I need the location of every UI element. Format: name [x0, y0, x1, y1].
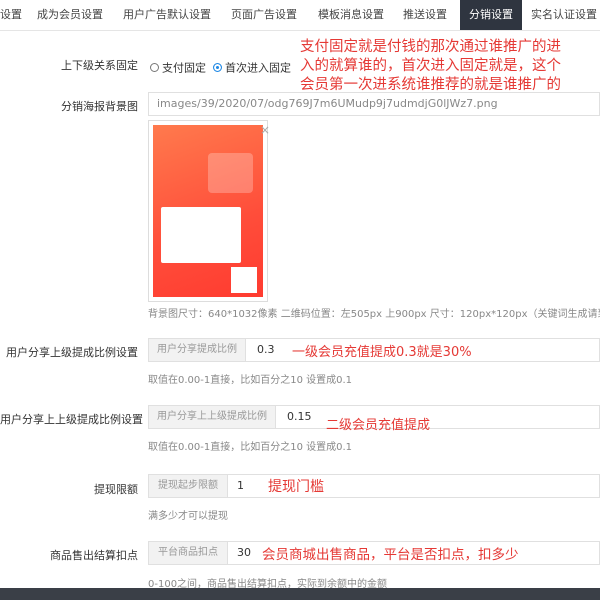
tab-page-ad[interactable]: 页面广告设置 [222, 0, 306, 30]
relation-label: 上下级关系固定 [61, 59, 138, 72]
tab-template-message[interactable]: 模板消息设置 [312, 0, 390, 30]
withdraw-addon: 提现起步限额 [149, 475, 228, 497]
commission-value: 30 [237, 546, 251, 559]
radio-circle[interactable] [150, 63, 159, 72]
poster-card [161, 207, 241, 263]
level1-value: 0.3 [257, 343, 275, 356]
poster-label: 分销海报背景图 [61, 100, 138, 113]
poster-path-input[interactable]: images/39/2020/07/odg769J7m6UMudp9j7udmd… [148, 92, 600, 116]
radio-pay-fixed[interactable]: 支付固定 [150, 57, 206, 76]
withdraw-label: 提现限额 [94, 483, 138, 496]
withdraw-value: 1 [237, 479, 244, 492]
bottom-bar [0, 588, 600, 600]
relation-note-line1: 支付固定就是付钱的那次通过谁推广的进 [300, 39, 561, 55]
level1-note: 一级会员充值提成0.3就是30% [292, 345, 472, 360]
radio-pay-fixed-label: 支付固定 [162, 61, 206, 75]
radio-first-entry-fixed[interactable]: 首次进入固定 [213, 57, 291, 76]
close-icon[interactable]: × [260, 123, 270, 137]
tab-distribution[interactable]: 分销设置 [460, 0, 522, 30]
withdraw-input[interactable]: 提现起步限额 1 [148, 474, 600, 498]
withdraw-help: 满多少才可以提现 [148, 511, 228, 522]
tab-member-settings[interactable]: 成为会员设置 [28, 0, 112, 30]
commission-addon: 平台商品扣点 [149, 542, 228, 564]
withdraw-note: 提现门槛 [268, 479, 324, 495]
poster-help: 背景图尺寸：640*1032像素 二维码位置：左505px 上900px 尺寸：… [148, 309, 600, 320]
relation-note: 支付固定就是付钱的那次通过谁推广的进 入的就算谁的，首次进入固定就是，这个 会员… [300, 38, 561, 95]
tab-user-ad-default[interactable]: 用户广告默认设置 [118, 0, 216, 30]
poster-illustration [208, 153, 253, 193]
radio-circle-checked[interactable] [213, 63, 222, 72]
poster-path-value: images/39/2020/07/odg769J7m6UMudp9j7udmd… [157, 97, 498, 110]
poster-qr-code [231, 267, 257, 293]
level2-addon: 用户分享上上级提成比例 [149, 406, 276, 428]
relation-note-line2: 入的就算谁的，首次进入固定就是，这个 [300, 58, 561, 74]
level1-help: 取值在0.00-1直接，比如百分之10 设置成0.1 [148, 375, 353, 386]
level1-label: 用户分享上级提成比例设置 [6, 346, 138, 359]
level2-help: 取值在0.00-1直接，比如百分之10 设置成0.1 [148, 442, 353, 453]
tab-push[interactable]: 推送设置 [396, 0, 454, 30]
level2-label: 用户分享上上级提成比例设置 [0, 413, 143, 426]
tab-settings[interactable]: 设置 [0, 0, 22, 30]
level2-value: 0.15 [287, 410, 312, 423]
commission-label: 商品售出结算扣点 [50, 549, 138, 562]
poster-image [153, 125, 263, 297]
commission-note: 会员商城出售商品，平台是否扣点，扣多少 [262, 547, 519, 563]
poster-thumbnail [148, 120, 268, 302]
tab-bar: 设置 成为会员设置 用户广告默认设置 页面广告设置 模板消息设置 推送设置 分销… [0, 0, 600, 31]
radio-first-entry-label: 首次进入固定 [225, 61, 291, 75]
tab-realname[interactable]: 实名认证设置 [528, 0, 600, 30]
level2-note: 二级会员充值提成 [326, 418, 431, 433]
level1-addon: 用户分享提成比例 [149, 339, 246, 361]
